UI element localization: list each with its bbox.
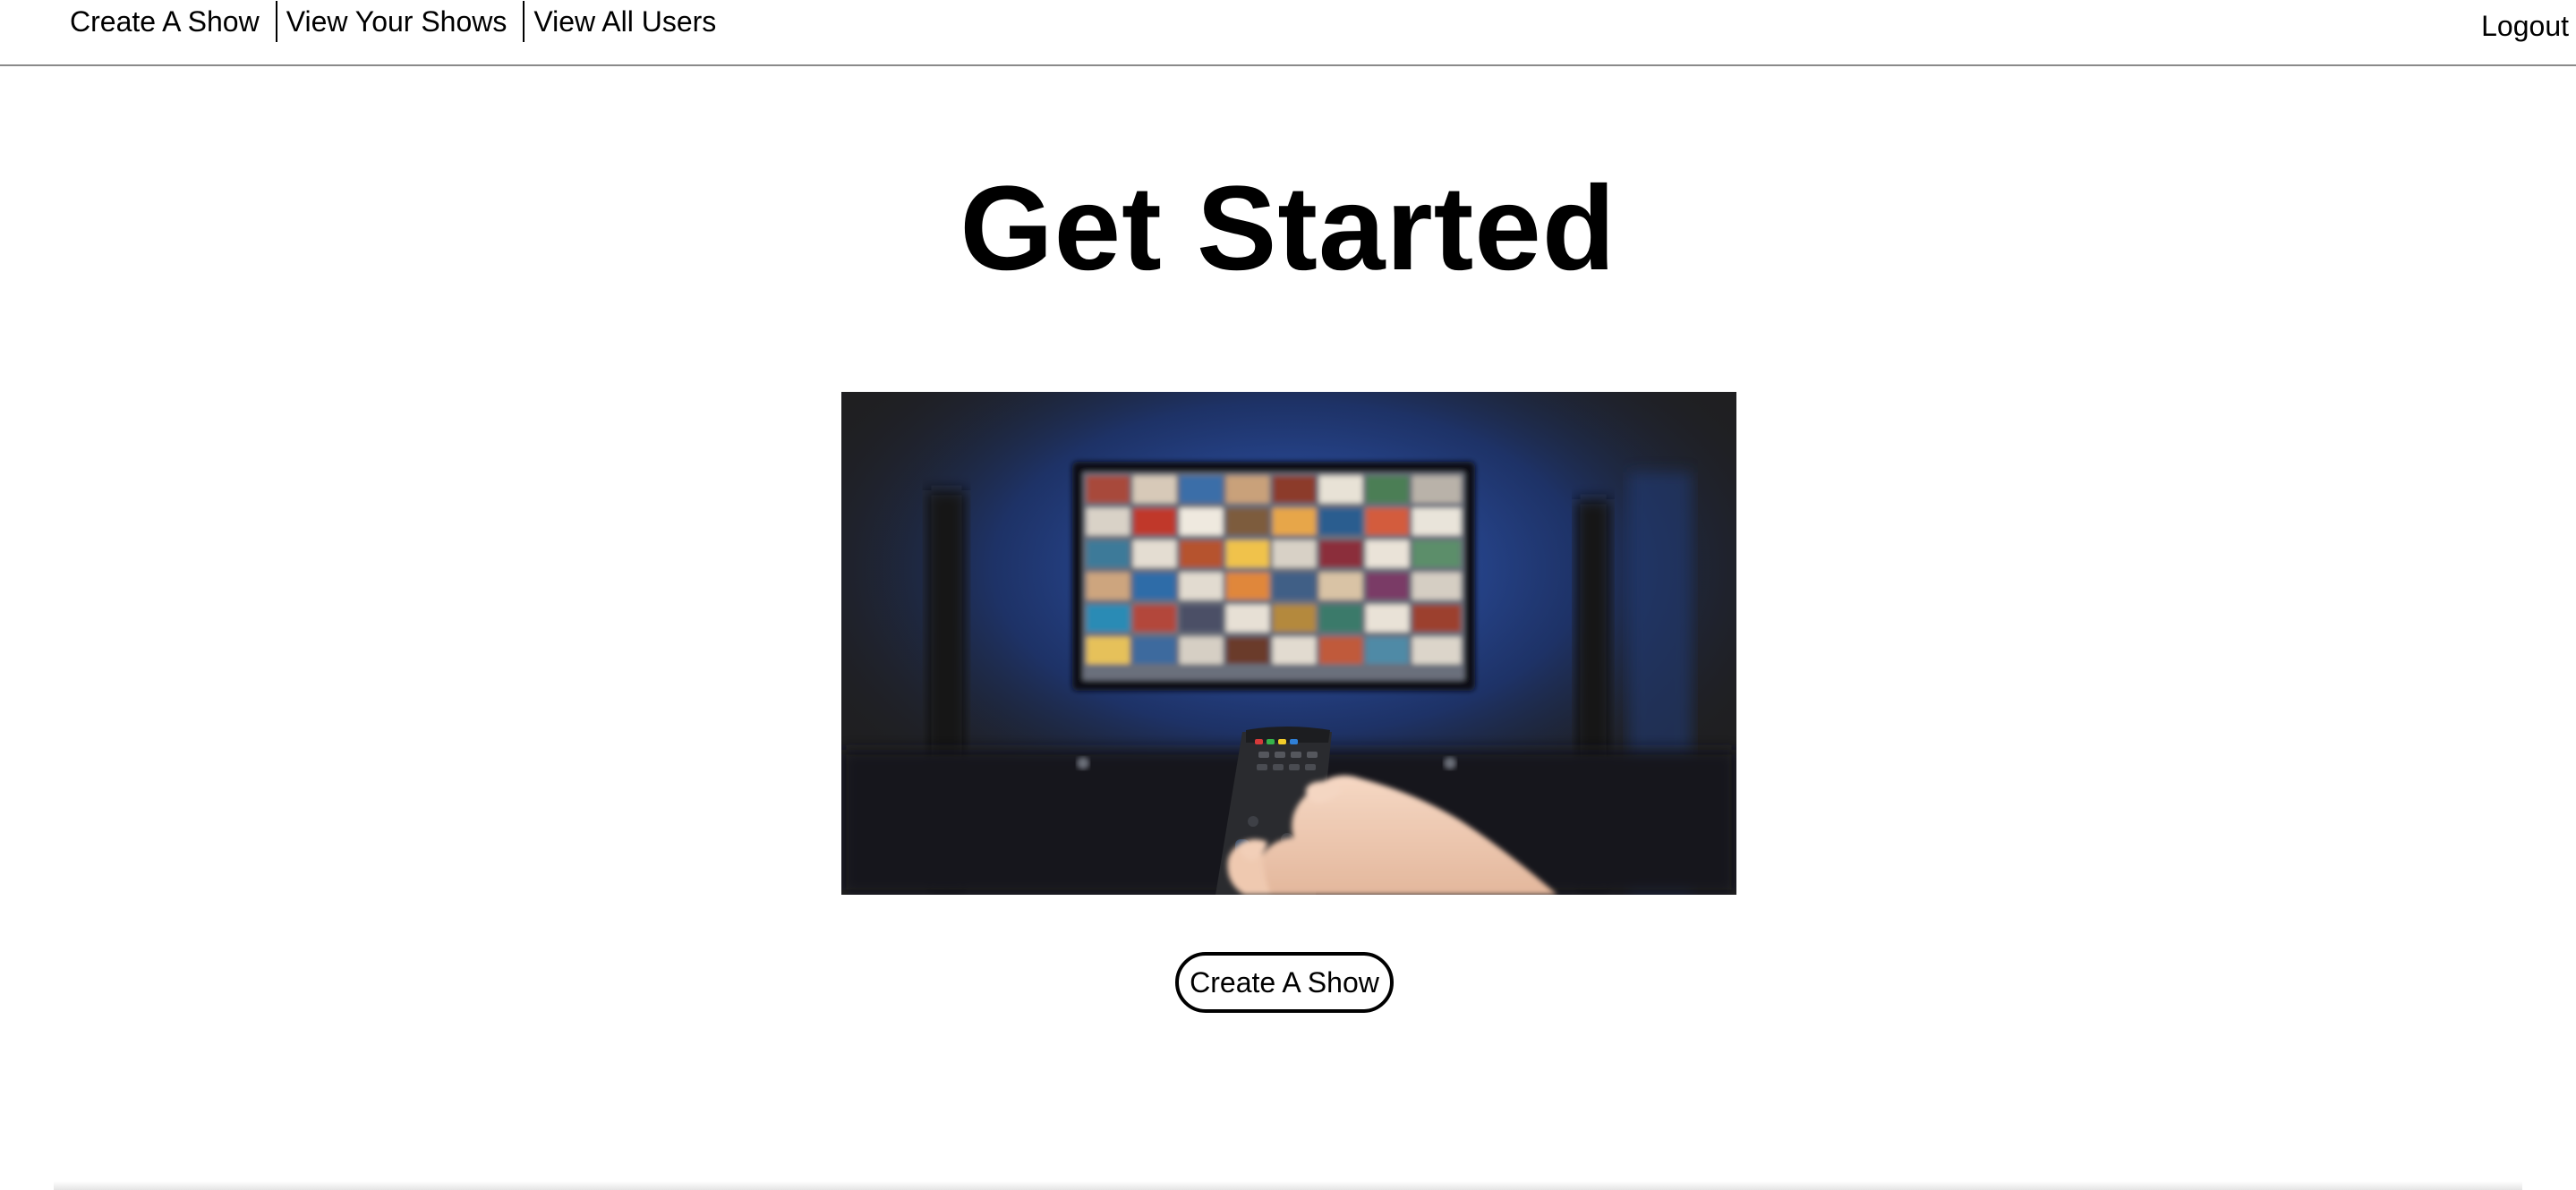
logout-link[interactable]: Logout <box>2481 0 2569 52</box>
page-title: Get Started <box>960 162 1616 295</box>
nav-view-your-shows-link[interactable]: View Your Shows <box>286 0 508 43</box>
create-show-button[interactable]: Create A Show <box>1175 952 1394 1013</box>
nav-divider <box>523 1 525 42</box>
nav-view-all-users-link[interactable]: View All Users <box>533 0 716 43</box>
nav-divider <box>275 1 277 42</box>
nav-create-show-link[interactable]: Create A Show <box>70 0 260 43</box>
bottom-edge-shadow <box>54 1181 2522 1190</box>
top-nav: Create A Show View Your Shows View All U… <box>0 0 2576 66</box>
page: Create A Show View Your Shows View All U… <box>0 0 2576 1190</box>
tv-remote-image <box>841 392 1736 895</box>
nav-links: Create A Show View Your Shows View All U… <box>70 0 716 43</box>
